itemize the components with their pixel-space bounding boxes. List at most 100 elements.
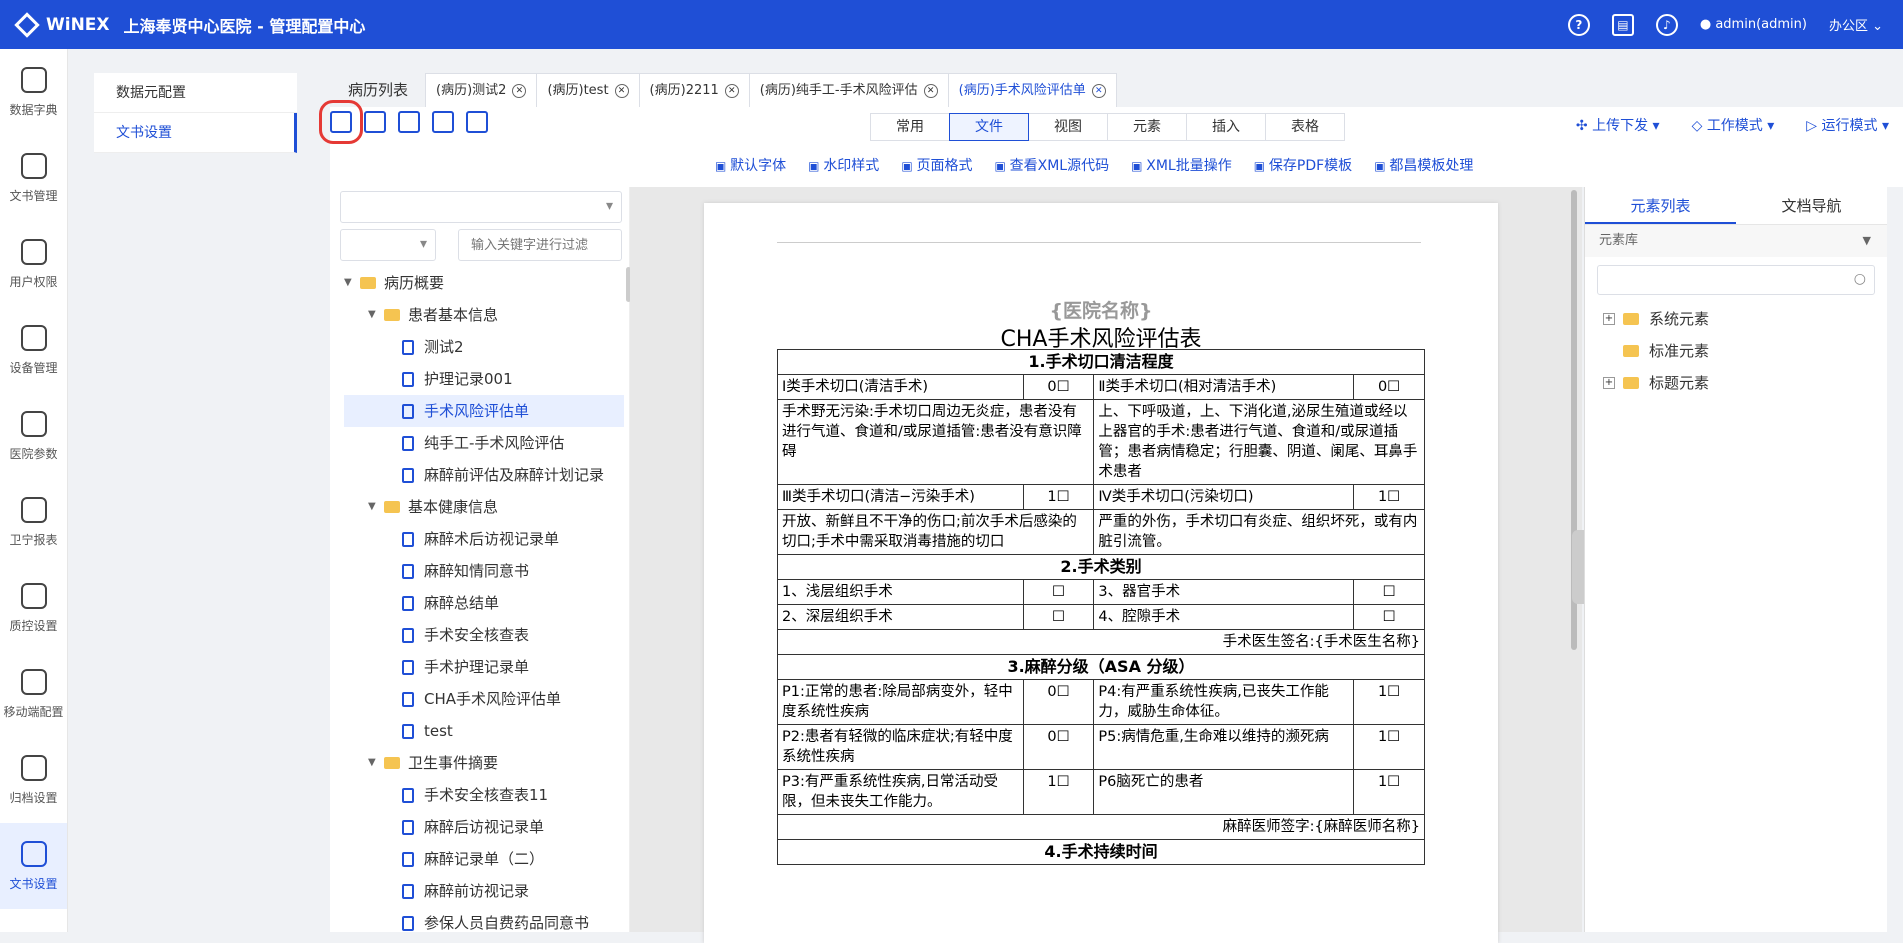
nav-mobile[interactable]: 移动端配置 xyxy=(0,651,67,737)
tree-folder[interactable]: ▼ 病历概要 xyxy=(344,267,624,299)
save-icon[interactable] xyxy=(364,111,386,133)
checkbox-cell[interactable]: ☐ xyxy=(1353,579,1425,605)
tree-folder[interactable]: ▼ 基本健康信息 xyxy=(344,491,624,523)
tab-record-list[interactable]: 病历列表 xyxy=(330,73,426,107)
mode-tab-insert[interactable]: 插入 xyxy=(1186,113,1266,141)
element-node[interactable]: 标准元素 xyxy=(1585,335,1887,367)
export-icon[interactable] xyxy=(466,111,488,133)
nav-hospital-params[interactable]: 医院参数 xyxy=(0,393,67,479)
close-icon[interactable]: ✕ xyxy=(724,83,739,98)
watermark-button[interactable]: 水印样式 xyxy=(808,155,879,175)
nav-archive[interactable]: 归档设置 xyxy=(0,737,67,823)
tree-item[interactable]: CHA手术风险评估单 xyxy=(344,683,624,715)
nav-device[interactable]: 设备管理 xyxy=(0,307,67,393)
checkbox-cell[interactable]: ☐ xyxy=(1022,604,1095,630)
mode-tab-common[interactable]: 常用 xyxy=(870,113,950,141)
tree-filter-input[interactable] xyxy=(458,229,622,261)
save-as-icon[interactable] xyxy=(398,111,420,133)
default-font-button[interactable]: 默认字体 xyxy=(715,155,786,175)
panel-collapse-handle[interactable] xyxy=(1572,530,1584,604)
element-node[interactable]: + 系统元素 xyxy=(1585,303,1887,335)
nav-doc-settings[interactable]: 文书设置 xyxy=(0,823,67,909)
tab-element-list[interactable]: 元素列表 xyxy=(1585,187,1736,224)
anesthetist-signature[interactable]: 麻醉医师签字:{麻醉医师名称} xyxy=(777,814,1425,840)
office-select[interactable]: 办公区 ⌄ xyxy=(1829,15,1883,34)
run-mode-button[interactable]: ▷ 运行模式 ▾ xyxy=(1806,115,1889,135)
tab-doc-nav[interactable]: 文档导航 xyxy=(1736,187,1887,224)
tree-item-selected[interactable]: 手术风险评估单 xyxy=(344,395,624,427)
checkbox-cell[interactable]: 1☐ xyxy=(1022,769,1095,815)
tree-item[interactable]: test xyxy=(344,715,624,747)
close-icon[interactable]: ✕ xyxy=(614,83,629,98)
view-xml-button[interactable]: 查看XML源代码 xyxy=(994,155,1109,175)
save-pdf-template-button[interactable]: 保存PDF模板 xyxy=(1254,155,1352,175)
tree-item[interactable]: 麻醉前评估及麻醉计划记录 xyxy=(344,459,624,491)
bell-icon[interactable]: ♪ xyxy=(1655,13,1678,36)
xml-batch-button[interactable]: XML批量操作 xyxy=(1131,155,1231,175)
book-icon[interactable]: ▤ xyxy=(1611,13,1634,36)
close-icon[interactable]: ✕ xyxy=(1091,83,1106,98)
checkbox-cell[interactable]: 1☐ xyxy=(1022,484,1095,510)
close-icon[interactable]: ✕ xyxy=(512,83,527,98)
type-select[interactable] xyxy=(340,229,436,261)
tab-manual-risk[interactable]: (病历)纯手工-手术风险评估 ✕ xyxy=(748,73,949,107)
nav-doc-manage[interactable]: 文书管理 xyxy=(0,135,67,221)
open-folder-icon[interactable] xyxy=(319,100,363,144)
tree-folder[interactable]: ▼ 卫生事件摘要 xyxy=(344,747,624,779)
document-page[interactable]: {医院名称} CHA手术风险评估表 1.手术切口清洁程度 Ⅰ类手术切口(清洁手术… xyxy=(704,203,1498,943)
checkbox-cell[interactable]: 0☐ xyxy=(1022,724,1095,770)
page-format-button[interactable]: 页面格式 xyxy=(901,155,972,175)
category-select[interactable] xyxy=(340,191,622,223)
checkbox-cell[interactable]: 1☐ xyxy=(1353,484,1425,510)
tree-item[interactable]: 手术安全核查表11 xyxy=(344,779,624,811)
checkbox-cell[interactable]: 1☐ xyxy=(1353,724,1425,770)
tree-item[interactable]: 纯手工-手术风险评估 xyxy=(344,427,624,459)
help-icon[interactable]: ? xyxy=(1567,13,1590,36)
expand-icon[interactable]: + xyxy=(1603,313,1615,325)
user-menu[interactable]: ● admin(admin) xyxy=(1700,17,1807,32)
tree-item[interactable]: 测试2 xyxy=(344,331,624,363)
hospital-name-field[interactable]: {医院名称} xyxy=(704,296,1498,323)
expand-icon[interactable]: + xyxy=(1603,377,1615,389)
duchang-template-button[interactable]: 都昌模板处理 xyxy=(1374,155,1473,175)
tree-item[interactable]: 参保人员自费药品同意书 xyxy=(344,907,624,939)
element-library-header[interactable]: 元素库 xyxy=(1585,225,1887,257)
nav-data-dict[interactable]: 数据字典 xyxy=(0,49,67,135)
checkbox-cell[interactable]: 1☐ xyxy=(1353,769,1425,815)
mode-tab-table[interactable]: 表格 xyxy=(1265,113,1345,141)
mode-tab-element[interactable]: 元素 xyxy=(1107,113,1187,141)
tab-risk-form[interactable]: (病历)手术风险评估单 ✕ xyxy=(947,73,1117,107)
mode-tab-file[interactable]: 文件 xyxy=(949,113,1029,141)
submenu-doc-settings[interactable]: 文书设置 xyxy=(94,113,297,153)
nav-qc[interactable]: 质控设置 xyxy=(0,565,67,651)
import-icon[interactable] xyxy=(432,111,454,133)
checkbox-cell[interactable]: 0☐ xyxy=(1022,374,1095,400)
tree-item[interactable]: 手术护理记录单 xyxy=(344,651,624,683)
tree-item[interactable]: 麻醉总结单 xyxy=(344,587,624,619)
checkbox-cell[interactable]: ☐ xyxy=(1022,579,1095,605)
submenu-data-element[interactable]: 数据元配置 xyxy=(94,73,297,113)
element-search-input[interactable] xyxy=(1597,265,1875,295)
checkbox-cell[interactable]: ☐ xyxy=(1353,604,1425,630)
tab-test2[interactable]: (病历)测试2 ✕ xyxy=(425,73,538,107)
tree-item[interactable]: 护理记录001 xyxy=(344,363,624,395)
tree-item[interactable]: 麻醉前访视记录 xyxy=(344,875,624,907)
tree-item[interactable]: 麻醉记录单（二） xyxy=(344,843,624,875)
checkbox-cell[interactable]: 0☐ xyxy=(1022,679,1095,725)
upload-dispatch-button[interactable]: ✣ 上传下发 ▾ xyxy=(1576,115,1660,135)
checkbox-cell[interactable]: 1☐ xyxy=(1353,679,1425,725)
nav-user-perm[interactable]: 用户权限 xyxy=(0,221,67,307)
tree-item[interactable]: 麻醉术后访视记录单 xyxy=(344,523,624,555)
surgeon-signature[interactable]: 手术医生签名:{手术医生名称} xyxy=(777,629,1425,655)
tree-folder[interactable]: ▼ 患者基本信息 xyxy=(344,299,624,331)
tree-item[interactable]: 手术安全核查表 xyxy=(344,619,624,651)
mode-tab-view[interactable]: 视图 xyxy=(1028,113,1108,141)
close-icon[interactable]: ✕ xyxy=(923,83,938,98)
tab-2211[interactable]: (病历)2211 ✕ xyxy=(638,73,750,107)
tree-item[interactable]: 麻醉知情同意书 xyxy=(344,555,624,587)
tab-test[interactable]: (病历)test ✕ xyxy=(536,73,640,107)
checkbox-cell[interactable]: 0☐ xyxy=(1353,374,1425,400)
element-node[interactable]: + 标题元素 xyxy=(1585,367,1887,399)
work-mode-button[interactable]: ◇ 工作模式 ▾ xyxy=(1692,115,1775,135)
tree-item[interactable]: 麻醉后访视记录单 xyxy=(344,811,624,843)
